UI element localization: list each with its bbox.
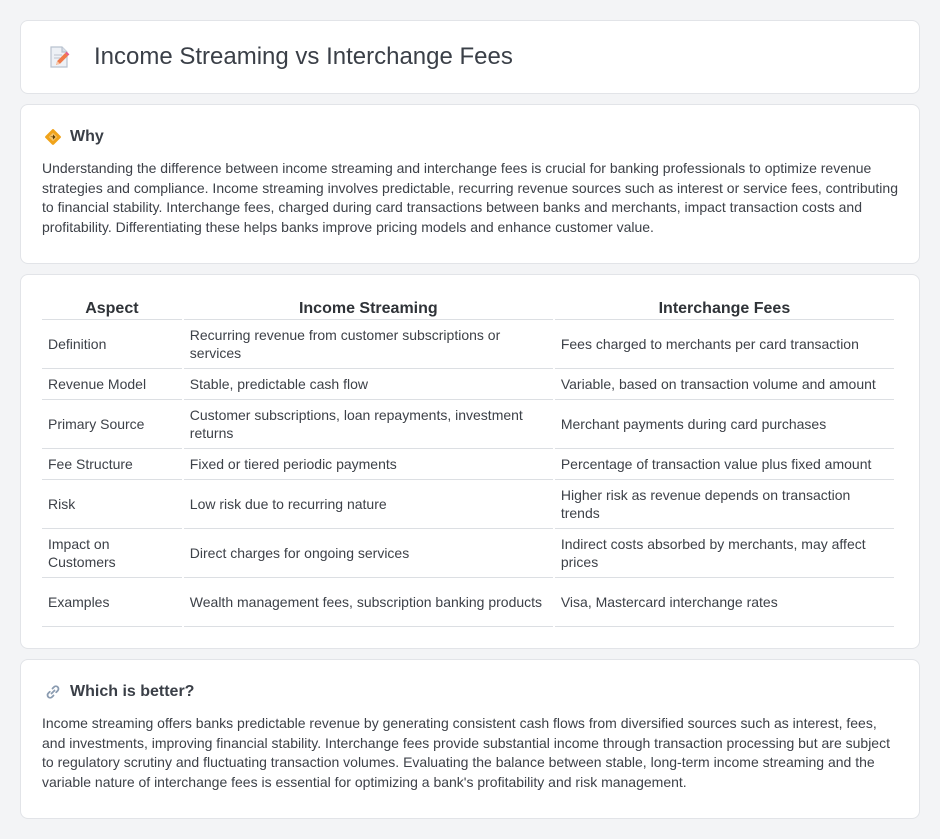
table-cell: Fees charged to merchants per card trans…: [554, 320, 894, 369]
comparison-table-card: Aspect Income Streaming Interchange Fees…: [20, 274, 920, 649]
table-row: Primary Source Customer subscriptions, l…: [42, 400, 894, 449]
table-cell: Risk: [42, 480, 182, 529]
page-title: Income Streaming vs Interchange Fees: [94, 43, 513, 70]
table-cell: Visa, Mastercard interchange rates: [554, 578, 894, 627]
which-is-better-title: Which is better?: [70, 683, 195, 700]
which-is-better-body: Income streaming offers banks predictabl…: [42, 715, 890, 790]
table-cell: Fixed or tiered periodic payments: [183, 449, 553, 480]
which-is-better-section: Which is better? Income streaming offers…: [20, 659, 920, 819]
table-cell: Indirect costs absorbed by merchants, ma…: [554, 529, 894, 578]
table-row: Risk Low risk due to recurring nature Hi…: [42, 480, 894, 529]
table-row: Definition Recurring revenue from custom…: [42, 320, 894, 369]
table-row: Revenue Model Stable, predictable cash f…: [42, 369, 894, 400]
comparison-table: Aspect Income Streaming Interchange Fees…: [40, 296, 896, 627]
column-header-interchange-fees: Interchange Fees: [554, 296, 894, 320]
table-cell: Merchant payments during card purchases: [554, 400, 894, 449]
table-cell: Wealth management fees, subscription ban…: [183, 578, 553, 627]
table-cell: Examples: [42, 578, 182, 627]
table-row: Examples Wealth management fees, subscri…: [42, 578, 894, 627]
table-cell: Impact on Customers: [42, 529, 182, 578]
column-header-aspect: Aspect: [42, 296, 182, 320]
table-cell: Definition: [42, 320, 182, 369]
table-row: Fee Structure Fixed or tiered periodic p…: [42, 449, 894, 480]
diamond-sign-icon: [44, 128, 62, 146]
why-title: Why: [70, 128, 104, 145]
why-body: Understanding the difference between inc…: [42, 160, 898, 235]
table-cell: Primary Source: [42, 400, 182, 449]
column-header-income-streaming: Income Streaming: [183, 296, 553, 320]
document-pencil-icon: [46, 44, 72, 70]
table-cell: Variable, based on transaction volume an…: [554, 369, 894, 400]
table-cell: Revenue Model: [42, 369, 182, 400]
link-icon: [44, 683, 62, 701]
table-cell: Higher risk as revenue depends on transa…: [554, 480, 894, 529]
table-cell: Percentage of transaction value plus fix…: [554, 449, 894, 480]
header-card: Income Streaming vs Interchange Fees: [20, 20, 920, 94]
table-cell: Direct charges for ongoing services: [183, 529, 553, 578]
table-header-row: Aspect Income Streaming Interchange Fees: [42, 296, 894, 320]
table-row: Impact on Customers Direct charges for o…: [42, 529, 894, 578]
table-cell: Low risk due to recurring nature: [183, 480, 553, 529]
table-cell: Customer subscriptions, loan repayments,…: [183, 400, 553, 449]
table-cell: Recurring revenue from customer subscrip…: [183, 320, 553, 369]
table-cell: Stable, predictable cash flow: [183, 369, 553, 400]
why-section: Why Understanding the difference between…: [20, 104, 920, 264]
table-cell: Fee Structure: [42, 449, 182, 480]
